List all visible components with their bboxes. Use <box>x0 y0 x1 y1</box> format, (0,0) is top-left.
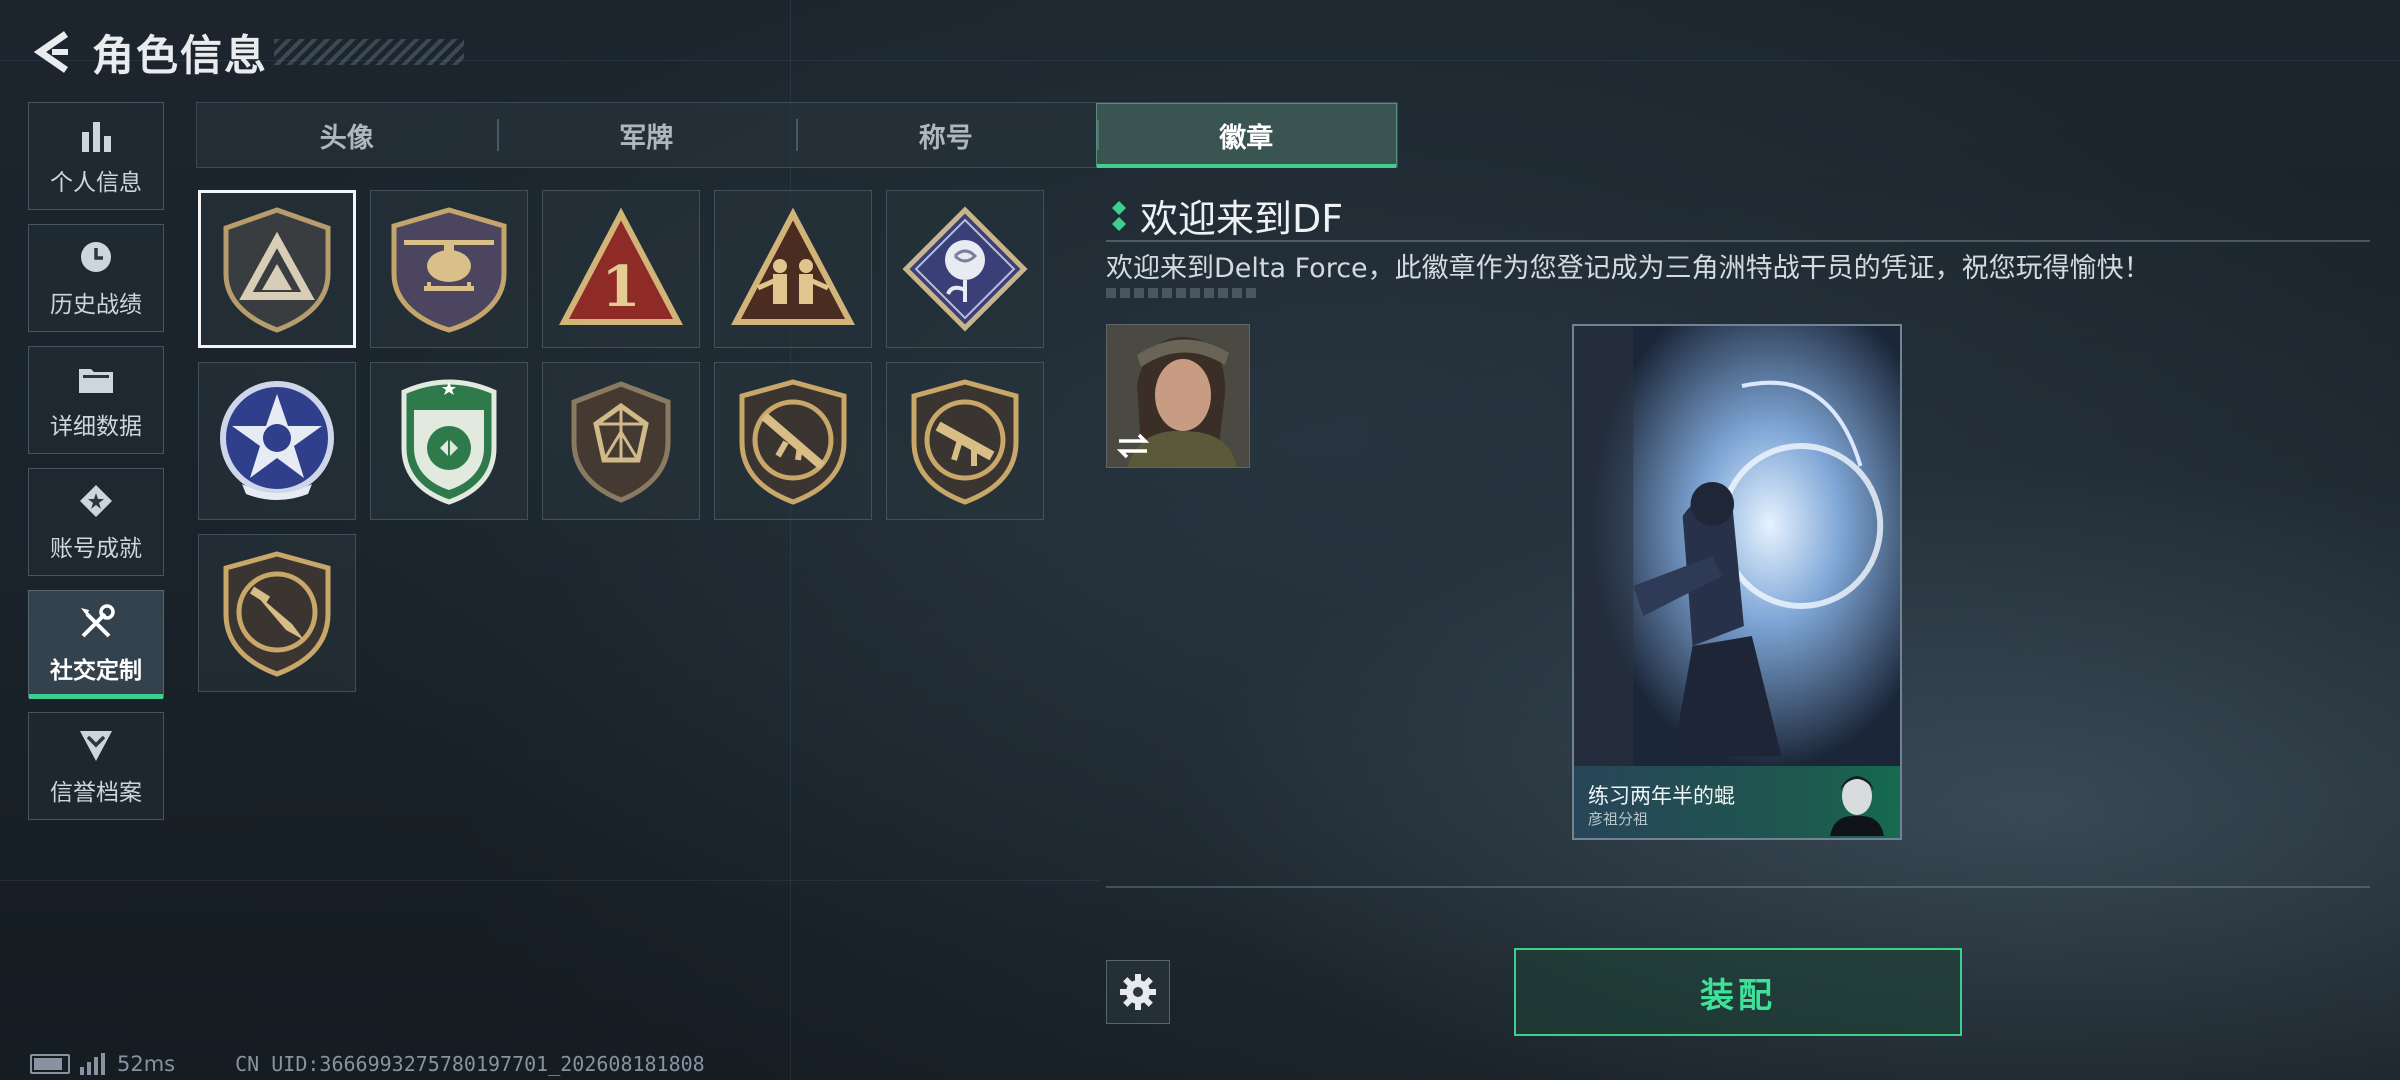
avatar-preview[interactable] <box>1106 324 1250 468</box>
nav-item-history[interactable]: 历史战绩 <box>28 224 164 332</box>
delta-triangle-badge-icon <box>223 207 331 333</box>
nav-label: 账号成就 <box>50 536 142 562</box>
equip-button-label: 装配 <box>1700 975 1776 1016</box>
badge-slot[interactable] <box>714 362 872 520</box>
badge-slot[interactable] <box>370 362 528 520</box>
back-button[interactable] <box>30 27 74 77</box>
bar-chart-icon <box>76 115 116 155</box>
card-artwork <box>1574 326 1900 768</box>
title-decoration <box>274 39 465 65</box>
ping-text: 52ms <box>117 1052 176 1076</box>
rose-badge-icon <box>902 206 1028 332</box>
achievement-icon <box>76 481 116 521</box>
card-subtitle: 彦祖分祖 <box>1588 810 1649 828</box>
smg-badge-icon <box>911 379 1019 505</box>
soldiers-badge-icon <box>731 207 855 325</box>
bg-grid-line <box>0 880 1100 881</box>
green-shield-badge-icon <box>401 379 497 505</box>
name-card-preview: 练习两年半的蜫 彦祖分祖 <box>1572 324 1902 840</box>
divider <box>1106 886 2370 888</box>
nav-item-social-customization[interactable]: 社交定制 <box>28 590 164 699</box>
uid-text: CN UID:3666993275780197701_202608181808 <box>235 1052 705 1076</box>
badge-grid: 1 <box>198 190 1044 692</box>
equip-button[interactable]: 装配 <box>1514 948 1962 1036</box>
nav-item-credit-profile[interactable]: 信誉档案 <box>28 712 164 820</box>
badge-slot[interactable] <box>370 190 528 348</box>
card-player-name: 练习两年半的蜫 <box>1588 784 1735 808</box>
side-nav: 个人信息 历史战绩 详细数据 账号成就 社交定制 信誉档案 <box>28 102 166 834</box>
nav-label: 个人信息 <box>50 170 142 196</box>
tab-bar: 头像 军牌 称号 徽章 <box>196 102 1398 168</box>
badge-slot[interactable] <box>886 362 1044 520</box>
badge-slot[interactable]: 1 <box>542 190 700 348</box>
badge-slot[interactable] <box>714 190 872 348</box>
clock-icon <box>76 237 116 277</box>
nav-item-personal-info[interactable]: 个人信息 <box>28 102 164 210</box>
nav-item-detailed-data[interactable]: 详细数据 <box>28 346 164 454</box>
badge-detail-title: 欢迎来到DF <box>1112 188 1343 243</box>
badge-slot[interactable] <box>542 362 700 520</box>
back-arrow-icon <box>33 31 68 73</box>
helicopter-badge-icon <box>391 207 507 333</box>
card-portrait <box>1830 776 1884 836</box>
badge-slot[interactable] <box>886 190 1044 348</box>
decorative-bar <box>1106 288 1256 298</box>
divider <box>1106 240 2370 242</box>
badge-name: 欢迎来到DF <box>1140 197 1344 241</box>
knife-badge-icon <box>223 551 331 677</box>
tools-icon <box>76 603 116 643</box>
tab-badge[interactable]: 徽章 <box>1095 103 1397 168</box>
svg-text:1: 1 <box>602 254 641 320</box>
nav-label: 信誉档案 <box>50 780 142 806</box>
tab-dog-tag[interactable]: 军牌 <box>496 103 797 167</box>
tab-title[interactable]: 称号 <box>796 103 1096 167</box>
card-footer: 练习两年半的蜫 彦祖分祖 <box>1574 766 1900 838</box>
gear-icon <box>1120 974 1156 1010</box>
folder-icon <box>76 359 116 399</box>
nav-label: 社交定制 <box>50 658 142 684</box>
swap-icon[interactable] <box>1115 431 1151 461</box>
signal-icon <box>80 1053 105 1075</box>
rifle-badge-icon <box>739 379 847 505</box>
badge-description: 欢迎来到Delta Force，此徽章作为您登记成为三角洲特战干员的凭证，祝您玩… <box>1106 253 2151 284</box>
badge-slot[interactable] <box>198 362 356 520</box>
settings-button[interactable] <box>1106 960 1170 1024</box>
page-title: 角色信息 <box>92 30 269 80</box>
gem-shield-badge-icon <box>571 381 671 503</box>
diamond-marker-icon <box>1112 200 1126 231</box>
shield-chevron-icon <box>76 725 116 765</box>
number-one-badge-icon: 1 <box>559 207 683 325</box>
badge-slot[interactable] <box>198 190 356 348</box>
nav-item-achievements[interactable]: 账号成就 <box>28 468 164 576</box>
badge-slot[interactable] <box>198 534 356 692</box>
skull-star-badge-icon <box>220 381 334 500</box>
battery-icon <box>30 1054 70 1074</box>
status-bar: 52ms CN UID:3666993275780197701_20260818… <box>30 1052 705 1076</box>
tab-avatar[interactable]: 头像 <box>197 103 497 167</box>
page-header: 角色信息 <box>30 22 465 82</box>
nav-label: 历史战绩 <box>50 292 142 318</box>
nav-label: 详细数据 <box>50 414 142 440</box>
